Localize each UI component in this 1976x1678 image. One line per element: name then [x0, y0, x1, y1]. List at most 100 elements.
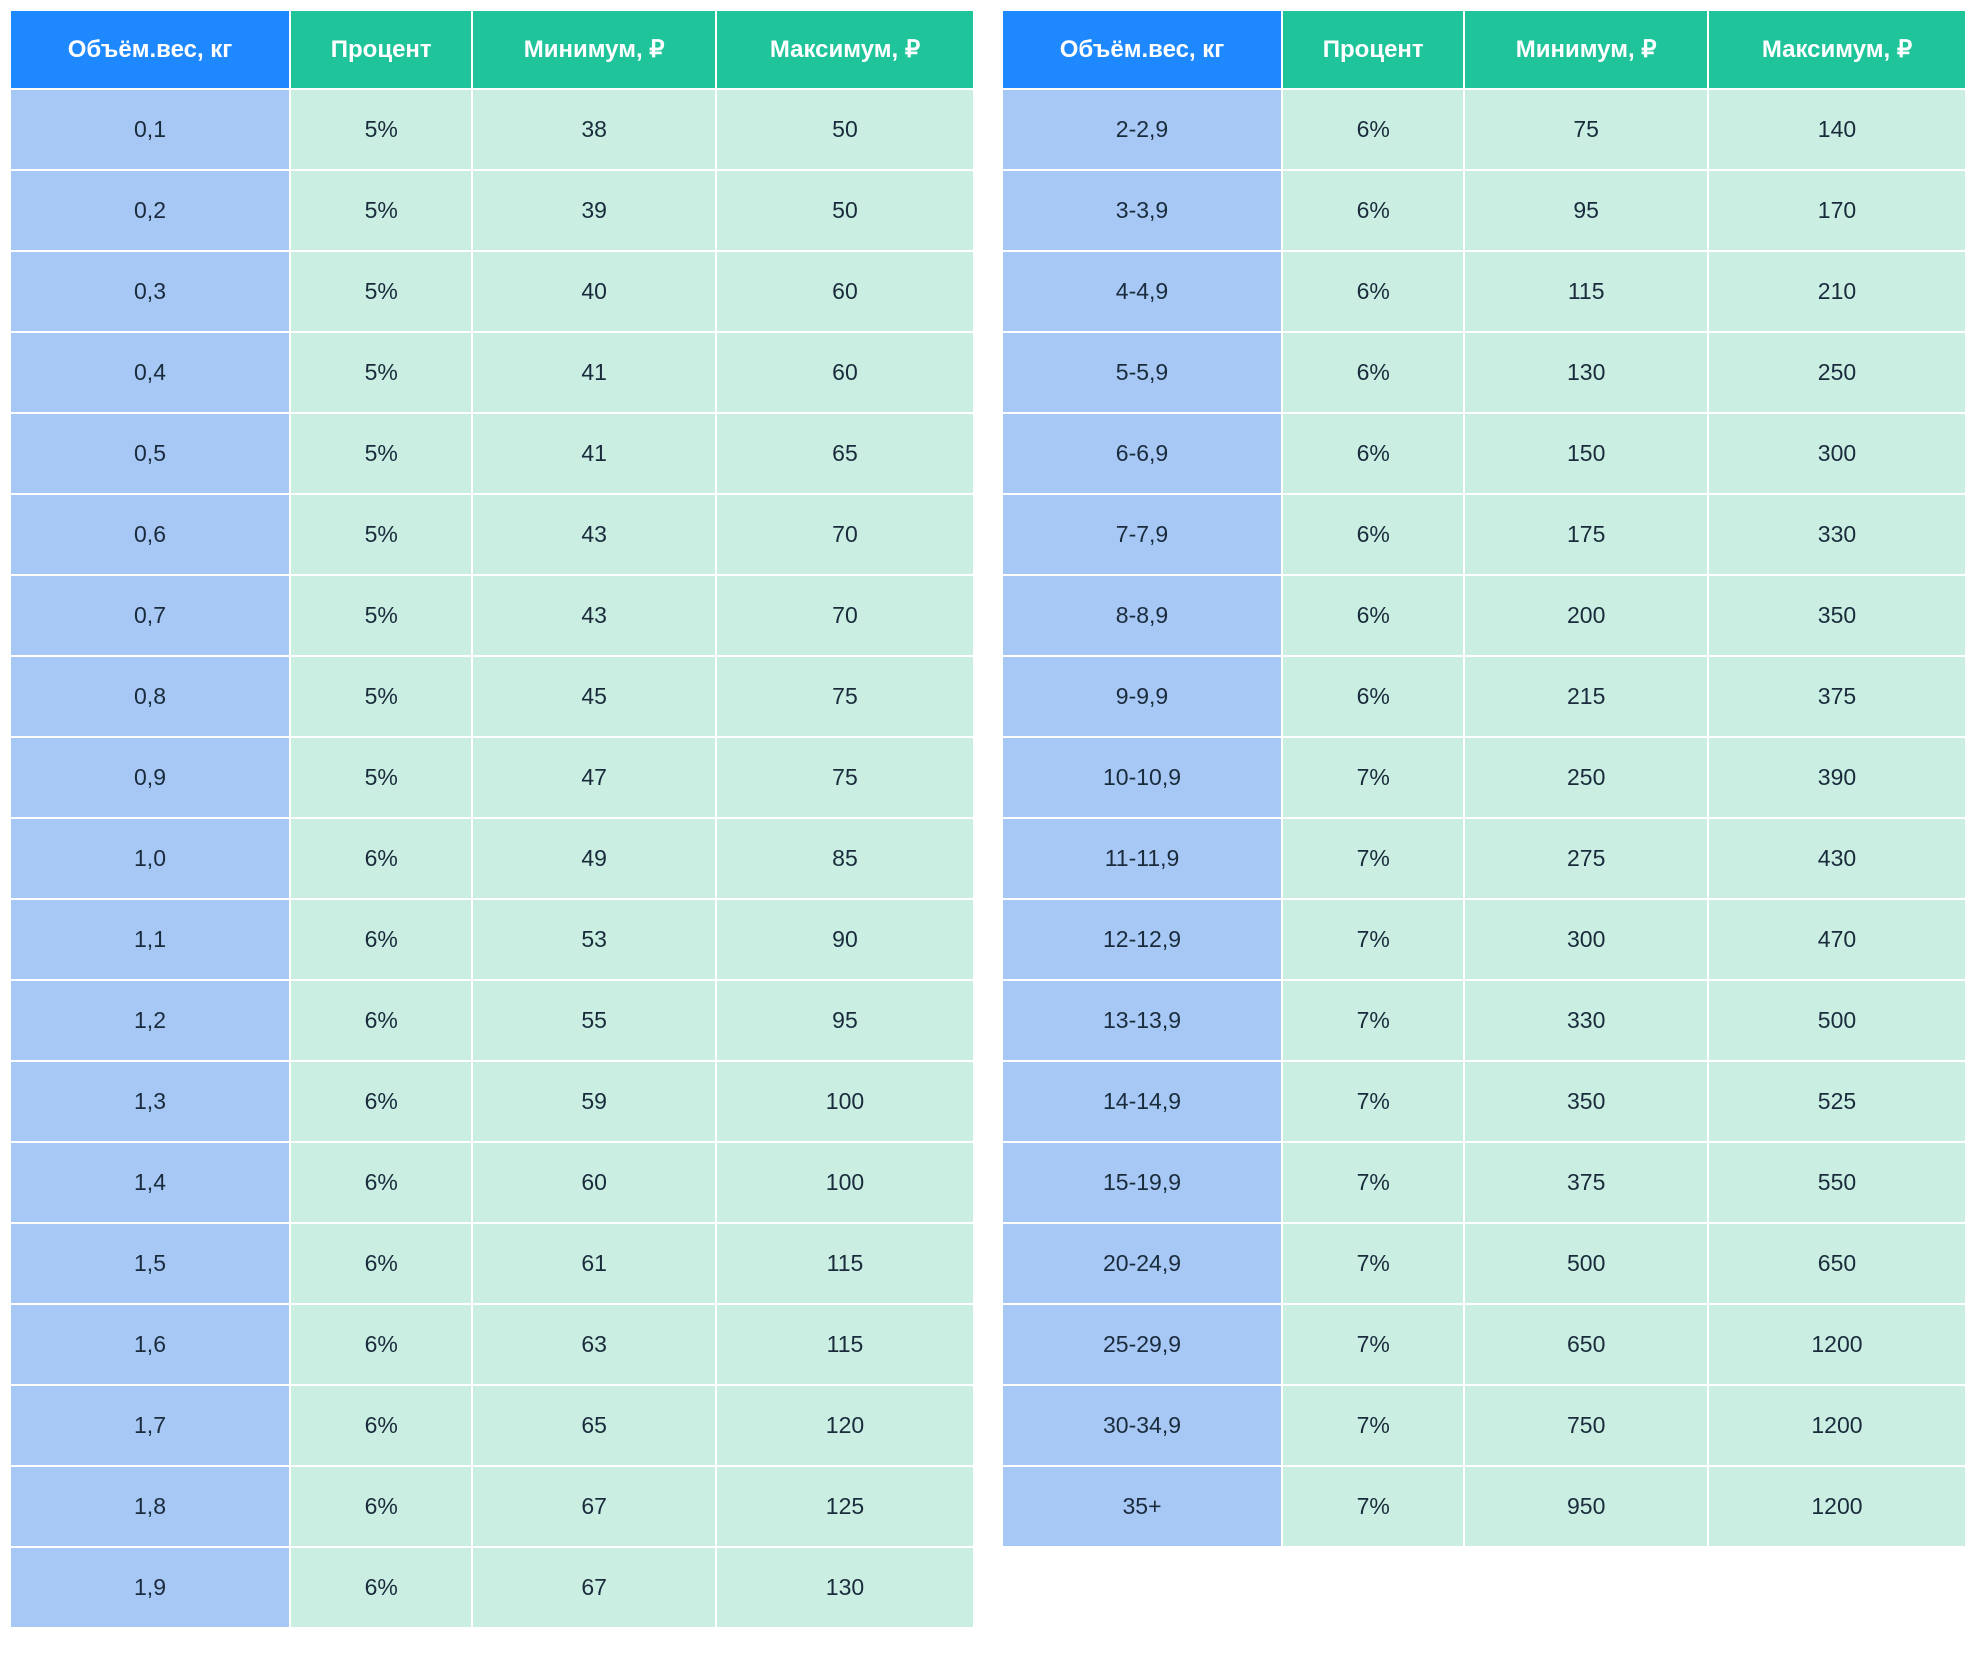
cell-max: 390	[1708, 737, 1966, 818]
cell-min: 300	[1464, 899, 1708, 980]
cell-weight: 8-8,9	[1002, 575, 1282, 656]
cell-percent: 5%	[290, 332, 472, 413]
cell-max: 330	[1708, 494, 1966, 575]
cell-percent: 7%	[1282, 1385, 1464, 1466]
table-row: 1,06%4985	[10, 818, 974, 899]
table-row: 0,55%4165	[10, 413, 974, 494]
cell-max: 140	[1708, 89, 1966, 170]
cell-min: 67	[472, 1466, 716, 1547]
tables-container: Объём.вес, кг Процент Минимум, ₽ Максиму…	[10, 10, 1966, 1628]
cell-percent: 7%	[1282, 899, 1464, 980]
cell-percent: 5%	[290, 575, 472, 656]
cell-weight: 1,7	[10, 1385, 290, 1466]
cell-min: 43	[472, 494, 716, 575]
table-row: 0,35%4060	[10, 251, 974, 332]
table-row: 25-29,97%6501200	[1002, 1304, 1966, 1385]
cell-max: 75	[716, 656, 974, 737]
table-header-row: Объём.вес, кг Процент Минимум, ₽ Максиму…	[1002, 10, 1966, 89]
table-row: 5-5,96%130250	[1002, 332, 1966, 413]
cell-max: 430	[1708, 818, 1966, 899]
cell-max: 60	[716, 251, 974, 332]
cell-weight: 7-7,9	[1002, 494, 1282, 575]
cell-percent: 6%	[290, 1304, 472, 1385]
table-row: 35+7%9501200	[1002, 1466, 1966, 1547]
table-row: 1,86%67125	[10, 1466, 974, 1547]
cell-min: 95	[1464, 170, 1708, 251]
cell-min: 63	[472, 1304, 716, 1385]
cell-min: 45	[472, 656, 716, 737]
table-row: 0,65%4370	[10, 494, 974, 575]
cell-percent: 6%	[1282, 332, 1464, 413]
cell-percent: 7%	[1282, 1061, 1464, 1142]
cell-max: 250	[1708, 332, 1966, 413]
cell-weight: 1,0	[10, 818, 290, 899]
cell-weight: 0,4	[10, 332, 290, 413]
cell-percent: 6%	[290, 1547, 472, 1628]
cell-percent: 6%	[290, 1061, 472, 1142]
table-row: 0,95%4775	[10, 737, 974, 818]
cell-max: 650	[1708, 1223, 1966, 1304]
cell-percent: 7%	[1282, 1142, 1464, 1223]
table-row: 0,45%4160	[10, 332, 974, 413]
cell-weight: 30-34,9	[1002, 1385, 1282, 1466]
cell-weight: 0,2	[10, 170, 290, 251]
cell-min: 59	[472, 1061, 716, 1142]
cell-percent: 5%	[290, 89, 472, 170]
table-row: 4-4,96%115210	[1002, 251, 1966, 332]
cell-percent: 6%	[290, 818, 472, 899]
cell-percent: 6%	[290, 1142, 472, 1223]
cell-weight: 1,2	[10, 980, 290, 1061]
cell-max: 65	[716, 413, 974, 494]
cell-min: 350	[1464, 1061, 1708, 1142]
cell-max: 1200	[1708, 1304, 1966, 1385]
cell-weight: 1,5	[10, 1223, 290, 1304]
cell-max: 70	[716, 575, 974, 656]
table-row: 2-2,96%75140	[1002, 89, 1966, 170]
table-row: 20-24,97%500650	[1002, 1223, 1966, 1304]
table-row: 0,85%4575	[10, 656, 974, 737]
right-table-wrap: Объём.вес, кг Процент Минимум, ₽ Максиму…	[1002, 10, 1966, 1628]
table-row: 0,75%4370	[10, 575, 974, 656]
cell-percent: 6%	[1282, 494, 1464, 575]
cell-min: 40	[472, 251, 716, 332]
table-row: 30-34,97%7501200	[1002, 1385, 1966, 1466]
cell-max: 130	[716, 1547, 974, 1628]
cell-min: 38	[472, 89, 716, 170]
cell-min: 61	[472, 1223, 716, 1304]
cell-weight: 2-2,9	[1002, 89, 1282, 170]
cell-percent: 7%	[1282, 818, 1464, 899]
cell-max: 60	[716, 332, 974, 413]
table-row: 11-11,97%275430	[1002, 818, 1966, 899]
table-row: 8-8,96%200350	[1002, 575, 1966, 656]
cell-weight: 12-12,9	[1002, 899, 1282, 980]
cell-min: 250	[1464, 737, 1708, 818]
cell-weight: 20-24,9	[1002, 1223, 1282, 1304]
cell-min: 49	[472, 818, 716, 899]
cell-weight: 3-3,9	[1002, 170, 1282, 251]
cell-percent: 6%	[1282, 251, 1464, 332]
table-row: 1,46%60100	[10, 1142, 974, 1223]
table-row: 1,26%5595	[10, 980, 974, 1061]
cell-max: 525	[1708, 1061, 1966, 1142]
pricing-table-right: Объём.вес, кг Процент Минимум, ₽ Максиму…	[1002, 10, 1966, 1547]
cell-min: 67	[472, 1547, 716, 1628]
cell-weight: 11-11,9	[1002, 818, 1282, 899]
cell-min: 47	[472, 737, 716, 818]
cell-min: 53	[472, 899, 716, 980]
table-row: 15-19,97%375550	[1002, 1142, 1966, 1223]
cell-min: 375	[1464, 1142, 1708, 1223]
cell-max: 50	[716, 170, 974, 251]
cell-min: 75	[1464, 89, 1708, 170]
cell-percent: 7%	[1282, 737, 1464, 818]
cell-max: 1200	[1708, 1466, 1966, 1547]
cell-max: 70	[716, 494, 974, 575]
cell-min: 39	[472, 170, 716, 251]
cell-weight: 0,8	[10, 656, 290, 737]
table-row: 1,16%5390	[10, 899, 974, 980]
header-percent: Процент	[1282, 10, 1464, 89]
left-table-wrap: Объём.вес, кг Процент Минимум, ₽ Максиму…	[10, 10, 974, 1628]
cell-max: 115	[716, 1304, 974, 1385]
cell-weight: 0,7	[10, 575, 290, 656]
cell-max: 115	[716, 1223, 974, 1304]
cell-weight: 0,5	[10, 413, 290, 494]
